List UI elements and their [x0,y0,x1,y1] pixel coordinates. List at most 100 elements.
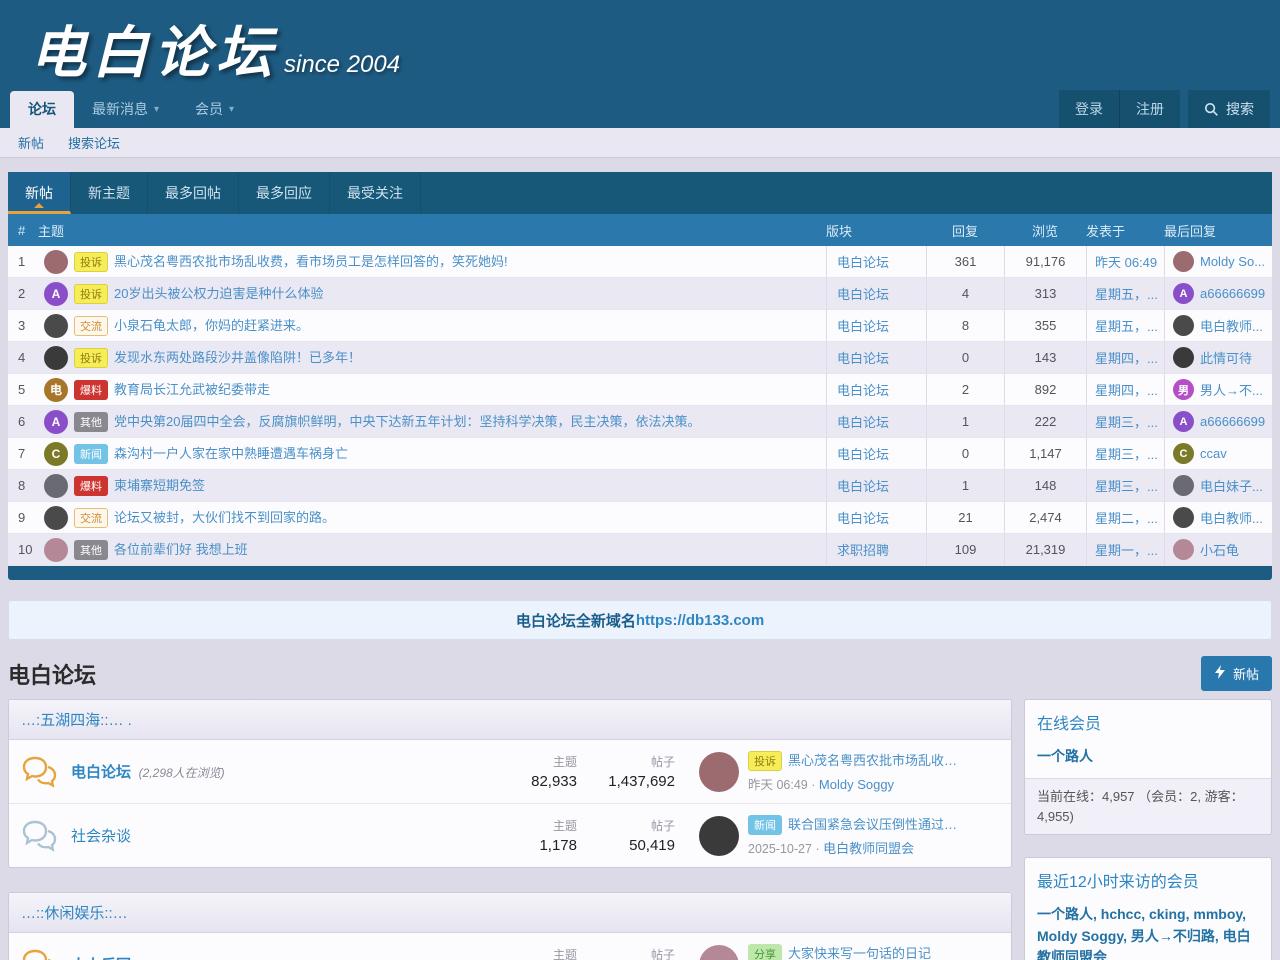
last-reply-user[interactable]: 电白教师... [1200,508,1263,527]
topic-tag[interactable]: 分享 [748,944,782,960]
subnav-search-forums-link[interactable]: 搜索论坛 [68,133,120,152]
poster-avatar[interactable] [44,474,68,498]
last-reply-avatar[interactable] [1173,507,1194,528]
poster-avatar[interactable] [44,538,68,562]
latest-post-title-link[interactable]: 大家快来写一句话的日记 [788,946,931,960]
forum-link[interactable]: 电白论坛 [837,412,889,431]
forum-link[interactable]: 电白论坛 [837,348,889,367]
tab-new-posts[interactable]: 新帖 [8,172,71,214]
poster-avatar[interactable]: A [44,282,68,306]
posted-date-link[interactable]: 昨天 06:49 [1095,252,1157,271]
topic-tag[interactable]: 交流 [74,508,108,528]
latest-post-title-link[interactable]: 联合国紧急会议压倒性通过… [788,817,957,832]
latest-post-user-link[interactable]: Moldy Soggy [819,777,894,792]
latest-post-avatar[interactable] [699,945,739,960]
topic-tag[interactable]: 其他 [74,412,108,432]
last-reply-user[interactable]: 电白妹子... [1200,476,1263,495]
topic-title-link[interactable]: 柬埔寨短期免签 [114,478,205,493]
last-reply-avatar[interactable] [1173,251,1194,272]
topic-tag[interactable]: 其他 [74,540,108,560]
tab-most-replies[interactable]: 最多回帖 [148,172,239,214]
poster-avatar[interactable]: A [44,410,68,434]
nav-tab-latest-news[interactable]: 最新消息▾ [74,91,177,128]
latest-post-user-link[interactable]: 电白教师同盟会 [823,841,914,856]
posted-date-link[interactable]: 星期五，... [1095,284,1158,303]
posted-date-link[interactable]: 星期四，... [1095,348,1158,367]
tab-most-reactions[interactable]: 最多回应 [239,172,330,214]
topic-title-link[interactable]: 发现水东两处路段沙井盖像陷阱！已多年！ [114,350,361,365]
topic-title-link[interactable]: 各位前辈们好 我想上班 [114,542,248,557]
tab-new-topics[interactable]: 新主题 [71,172,148,214]
topic-tag[interactable]: 爆料 [74,380,108,400]
topic-title-link[interactable]: 小泉石龟太郎，你妈的赶紧进来。 [114,318,309,333]
last-reply-user[interactable]: 男人→不... [1200,380,1263,399]
latest-post-title-link[interactable]: 黑心茂名粤西农批市场乱收… [788,753,957,768]
last-reply-avatar[interactable]: A [1173,283,1194,304]
forum-link[interactable]: 求职招聘 [837,540,889,559]
last-reply-avatar[interactable] [1173,315,1194,336]
banner-link[interactable]: https://db133.com [636,612,764,629]
posted-date-link[interactable]: 星期二，... [1095,508,1158,527]
forum-link[interactable]: 电白论坛 [837,380,889,399]
posted-date-link[interactable]: 星期三，... [1095,444,1158,463]
last-reply-avatar[interactable] [1173,347,1194,368]
last-reply-user[interactable]: a66666699 [1200,286,1265,301]
forum-name-link[interactable]: 电白论坛 [71,764,131,781]
topic-title-link[interactable]: 20岁出头被公权力迫害是种什么体验 [114,286,323,301]
topic-tag[interactable]: 新闻 [748,815,782,835]
last-reply-avatar[interactable]: A [1173,411,1194,432]
last-reply-user[interactable]: 小石龟 [1200,540,1239,559]
topic-tag[interactable]: 投诉 [748,751,782,771]
last-reply-user[interactable]: Moldy So... [1200,254,1265,269]
latest-post-avatar[interactable] [699,816,739,856]
topic-tag[interactable]: 投诉 [74,252,108,272]
forum-link[interactable]: 电白论坛 [837,508,889,527]
last-reply-user[interactable]: 电白教师... [1200,316,1263,335]
topic-tag[interactable]: 交流 [74,316,108,336]
last-reply-avatar[interactable] [1173,475,1194,496]
poster-avatar[interactable] [44,314,68,338]
forum-name-link[interactable]: 社会杂谈 [71,828,131,845]
posted-date-link[interactable]: 星期五，... [1095,316,1158,335]
last-reply-user[interactable]: ccav [1200,446,1227,461]
register-button[interactable]: 注册 [1119,90,1180,128]
topic-tag[interactable]: 新闻 [74,444,108,464]
last-reply-avatar[interactable]: C [1173,443,1194,464]
posted-date-link[interactable]: 星期三，... [1095,412,1158,431]
forum-link[interactable]: 电白论坛 [837,444,889,463]
poster-avatar[interactable] [44,346,68,370]
login-button[interactable]: 登录 [1059,90,1119,128]
topic-title-link[interactable]: 森沟村一户人家在家中熟睡遭遇车祸身亡 [114,446,348,461]
last-reply-user[interactable]: 此情可待 [1200,348,1252,367]
latest-post-avatar[interactable] [699,752,739,792]
forum-link[interactable]: 电白论坛 [837,316,889,335]
topic-title-link[interactable]: 教育局长江允武被纪委带走 [114,382,270,397]
topic-tag[interactable]: 投诉 [74,348,108,368]
poster-avatar[interactable] [44,506,68,530]
topic-title-link[interactable]: 论坛又被封，大伙们找不到回家的路。 [114,510,335,525]
nav-tab-members[interactable]: 会员▾ [177,91,252,128]
last-reply-avatar[interactable]: 男 [1173,379,1194,400]
last-reply-user[interactable]: a66666699 [1200,414,1265,429]
poster-avatar[interactable]: 电 [44,378,68,402]
topic-tag[interactable]: 爆料 [74,476,108,496]
poster-avatar[interactable]: C [44,442,68,466]
forum-link[interactable]: 电白论坛 [837,284,889,303]
poster-avatar[interactable] [44,250,68,274]
site-logo[interactable]: 电白论坛since 2004 [30,8,400,89]
topic-title-link[interactable]: 黑心茂名粤西农批市场乱收费，看市场员工是怎样回答的，笑死她妈! [114,254,508,269]
topic-title-link[interactable]: 党中央第20届四中全会，反腐旗帜鲜明，中央下达新五年计划：坚持科学决策，民主决策… [114,414,700,429]
online-member-link[interactable]: 一个路人 [1037,748,1093,764]
recent-visitors-list[interactable]: 一个路人, hchcc, cking, mmboy, Moldy Soggy, … [1025,896,1271,960]
topic-tag[interactable]: 投诉 [74,284,108,304]
last-reply-avatar[interactable] [1173,539,1194,560]
posted-date-link[interactable]: 星期四，... [1095,380,1158,399]
tab-most-watched[interactable]: 最受关注 [330,172,421,214]
subnav-new-posts-link[interactable]: 新帖 [18,133,44,152]
posted-date-link[interactable]: 星期一，... [1095,540,1158,559]
new-post-button[interactable]: 新帖 [1201,656,1272,691]
search-button[interactable]: 搜索 [1188,90,1270,128]
posted-date-link[interactable]: 星期三，... [1095,476,1158,495]
nav-tab-forum[interactable]: 论坛 [10,91,74,128]
forum-link[interactable]: 电白论坛 [837,252,889,271]
